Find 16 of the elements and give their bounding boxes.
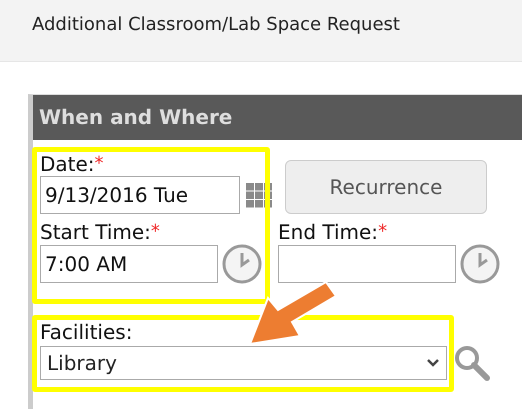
- calendar-grid-icon[interactable]: [246, 182, 273, 208]
- recurrence-button[interactable]: Recurrence: [285, 160, 487, 214]
- facilities-label: Facilities:: [40, 320, 134, 344]
- start-time-field[interactable]: 7:00 AM: [40, 245, 218, 283]
- clock-icon[interactable]: [460, 244, 500, 284]
- start-time-label: Start Time:*: [40, 220, 161, 244]
- panel-header: When and Where: [33, 95, 522, 140]
- date-label: Date:*: [40, 152, 105, 176]
- chevron-down-icon: [426, 358, 440, 368]
- search-icon[interactable]: [453, 344, 491, 382]
- facilities-dropdown[interactable]: Library: [40, 346, 447, 380]
- date-field[interactable]: 9/13/2016 Tue: [40, 176, 240, 214]
- page-title: Additional Classroom/Lab Space Request: [0, 0, 522, 62]
- end-time-field[interactable]: [278, 245, 456, 283]
- end-time-label: End Time:*: [278, 220, 388, 244]
- clock-icon[interactable]: [222, 244, 262, 284]
